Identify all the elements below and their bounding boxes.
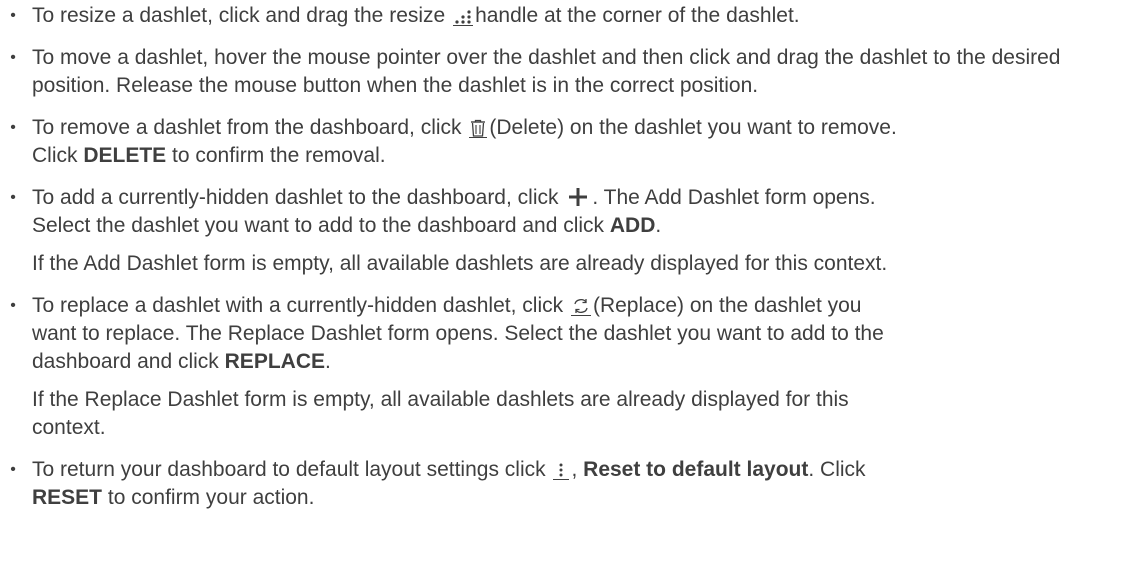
resize-text-after: handle at the corner of the dashlet.: [475, 4, 800, 27]
list-item-replace: • To replace a dashlet with a currently-…: [0, 292, 1144, 376]
remove-text-after: (Delete) on the dashlet you want to remo…: [489, 116, 897, 139]
reset-text-before: To return your dashboard to default layo…: [32, 458, 546, 481]
plus-icon: [566, 187, 590, 207]
add-label: ADD: [609, 214, 656, 237]
list-item-remove: • To remove a dashlet from the dashboard…: [0, 114, 1144, 170]
bullet: •: [10, 189, 16, 206]
add-line2-before: Select the dashlet you want to add to th…: [32, 214, 605, 237]
reset-comma: ,: [571, 458, 578, 481]
replace-note-line1: If the Replace Dashlet form is empty, al…: [32, 388, 849, 411]
replace-icon: [570, 297, 591, 316]
add-text-before: To add a currently-hidden dashlet to the…: [32, 186, 559, 209]
add-note-text: If the Add Dashlet form is empty, all av…: [32, 252, 888, 275]
replace-note-line2: context.: [32, 416, 106, 439]
remove-line2-after: to confirm the removal.: [172, 144, 386, 167]
kebab-menu-icon: [553, 461, 570, 480]
add-note: If the Add Dashlet form is empty, all av…: [0, 250, 1144, 278]
replace-line2: want to replace. The Replace Dashlet for…: [32, 322, 884, 345]
bullet: •: [10, 297, 16, 314]
resize-handle-icon: [453, 9, 474, 26]
replace-text-after: (Replace) on the dashlet you: [592, 294, 862, 317]
replace-line3-after: .: [325, 350, 331, 373]
remove-text-before: To remove a dashlet from the dashboard, …: [32, 116, 462, 139]
reset-text-after: . Click: [808, 458, 866, 481]
delete-label: DELETE: [83, 144, 167, 167]
instructions-document: • To resize a dashlet, click and drag th…: [0, 2, 1144, 512]
bullet: •: [10, 119, 16, 136]
list-item-add: • To add a currently-hidden dashlet to t…: [0, 184, 1144, 240]
bullet: •: [10, 461, 16, 478]
replace-text-before: To replace a dashlet with a currently-hi…: [32, 294, 564, 317]
remove-line2-before: Click: [32, 144, 78, 167]
bullet: •: [10, 49, 16, 66]
reset-line2-after: to confirm your action.: [107, 486, 315, 509]
list-item-move: • To move a dashlet, hover the mouse poi…: [0, 44, 1092, 100]
reset-label: RESET: [32, 486, 103, 509]
add-line2-after: .: [655, 214, 662, 237]
replace-note: If the Replace Dashlet form is empty, al…: [0, 386, 1144, 442]
add-text-after: . The Add Dashlet form opens.: [592, 186, 876, 209]
reset-layout-label: Reset to default layout: [583, 458, 809, 481]
replace-line3-before: dashboard and click: [32, 350, 219, 373]
replace-label: REPLACE: [224, 350, 325, 373]
bullet: •: [10, 7, 16, 24]
resize-text-before: To resize a dashlet, click and drag the …: [32, 4, 446, 27]
move-text: To move a dashlet, hover the mouse point…: [32, 46, 1061, 97]
trash-icon: [469, 119, 488, 138]
list-item-reset: • To return your dashboard to default la…: [0, 456, 1144, 512]
list-item-resize: • To resize a dashlet, click and drag th…: [0, 2, 1144, 30]
